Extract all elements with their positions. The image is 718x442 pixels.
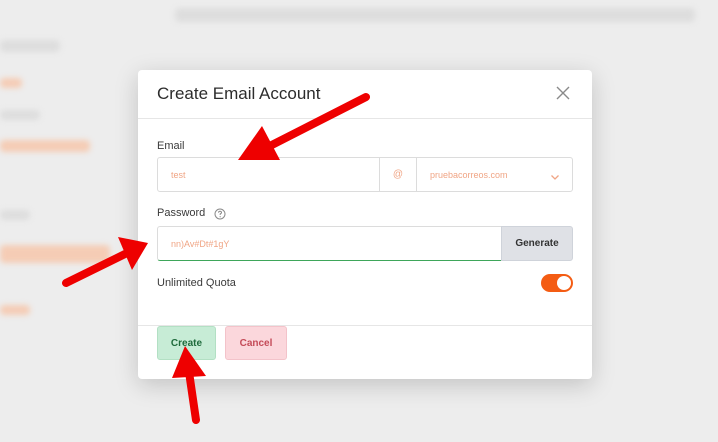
arrow-annotation-password — [62, 237, 148, 287]
arrow-annotation-create — [172, 346, 206, 424]
arrow-annotation-email — [238, 93, 370, 160]
annotation-arrows — [62, 93, 370, 424]
